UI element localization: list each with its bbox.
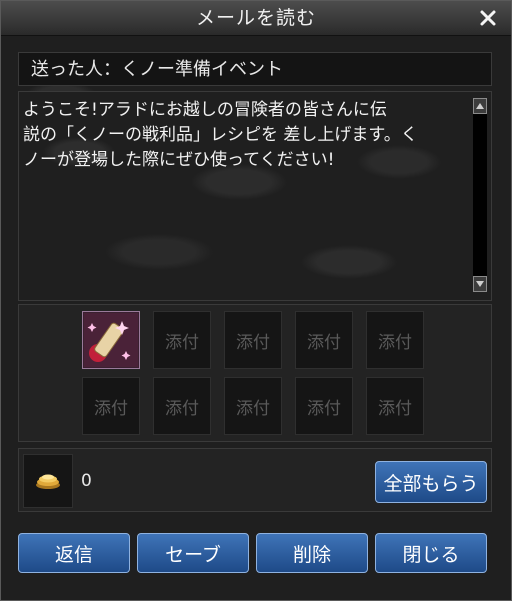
attachment-slot-4[interactable]: 添付 <box>295 311 353 369</box>
sender-name: くノー準備イベント <box>121 59 283 80</box>
attachment-slot-6[interactable]: 添付 <box>82 377 140 435</box>
sender-label: 送った人： <box>31 59 121 80</box>
attachment-slot-5[interactable]: 添付 <box>366 311 424 369</box>
attachment-slot-2[interactable]: 添付 <box>153 311 211 369</box>
attachment-slot-9[interactable]: 添付 <box>295 377 353 435</box>
delete-button[interactable]: 削除 <box>256 533 368 573</box>
sender-field: 送った人：くノー準備イベント <box>18 52 492 86</box>
attachment-panel: 添付 添付 添付 添付 添付 添付 添付 添付 添付 <box>18 304 492 442</box>
window-title: メールを読む <box>195 7 316 29</box>
reply-button[interactable]: 返信 <box>18 533 130 573</box>
scroll-up-icon[interactable] <box>473 98 487 114</box>
close-button[interactable]: 閉じる <box>375 533 487 573</box>
gold-coins-icon <box>23 454 73 508</box>
attachment-slot-7[interactable]: 添付 <box>153 377 211 435</box>
read-mail-window: メールを読む 送った人：くノー準備イベント ようこそ!アラドにお越しの冒険者の皆… <box>0 0 512 601</box>
attachment-slot-8[interactable]: 添付 <box>224 377 282 435</box>
attachment-slot-1[interactable] <box>82 311 140 369</box>
attachment-slot-10[interactable]: 添付 <box>366 377 424 435</box>
recipe-scroll-icon <box>84 313 138 367</box>
attachment-slot-3[interactable]: 添付 <box>224 311 282 369</box>
close-icon[interactable] <box>475 5 501 31</box>
mail-body: ようこそ!アラドにお越しの冒険者の皆さんに伝 説の「くノーの戦利品」レシピを 差… <box>18 91 492 301</box>
gold-amount: 0 <box>81 471 92 491</box>
title-bar[interactable]: メールを読む <box>1 1 511 36</box>
save-button[interactable]: セーブ <box>137 533 249 573</box>
scroll-down-icon[interactable] <box>473 276 487 292</box>
mail-body-text: ようこそ!アラドにお越しの冒険者の皆さんに伝 説の「くノーの戦利品」レシピを 差… <box>23 100 418 170</box>
receive-all-button[interactable]: 全部もらう <box>375 461 487 503</box>
scrollbar[interactable] <box>473 98 487 292</box>
